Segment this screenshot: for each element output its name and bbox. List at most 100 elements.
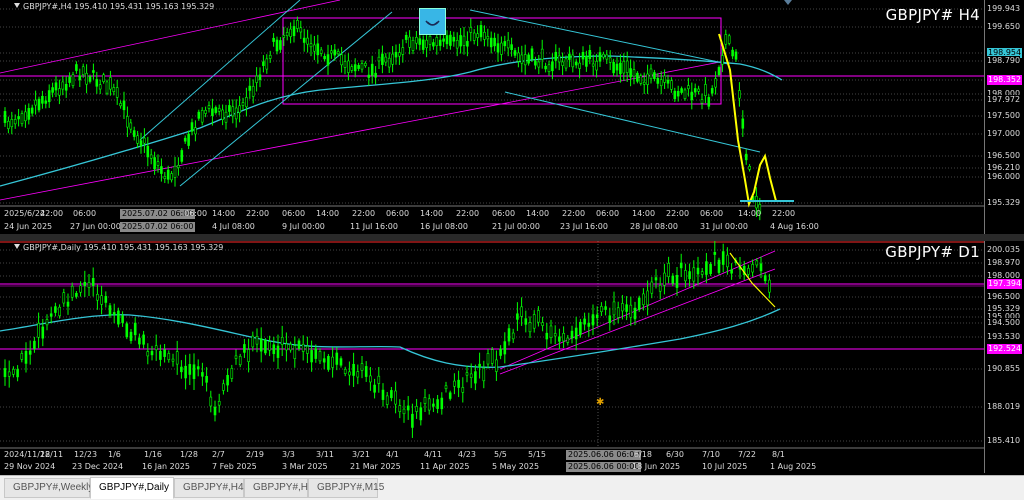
d1-price-plot[interactable]: ✱ <box>0 241 984 473</box>
h4-candle <box>656 78 660 84</box>
d1-candle <box>259 338 263 352</box>
h4-candle <box>717 67 721 76</box>
h4-candle <box>411 40 415 51</box>
d1-candle <box>180 366 183 373</box>
h4-candle <box>724 34 728 45</box>
d1-candle <box>268 341 271 351</box>
d1-candle <box>133 322 137 336</box>
h4-candle <box>343 61 347 68</box>
d1-candle <box>33 340 36 349</box>
d1-candle <box>721 251 725 265</box>
h4-shift-marker-icon[interactable] <box>784 0 792 5</box>
d1-candle <box>70 285 74 298</box>
time-label: 4/1 <box>386 450 399 459</box>
h4-candle <box>71 74 75 86</box>
d1-candle <box>427 398 431 411</box>
h4-candle <box>78 75 82 81</box>
time-label: 12/23 <box>74 450 98 459</box>
h4-candle <box>585 55 588 67</box>
h4-candle <box>187 133 190 146</box>
d1-candle <box>175 351 179 365</box>
h4-candle <box>588 50 592 59</box>
d1-candle <box>108 305 112 316</box>
h4-candle <box>557 55 561 63</box>
date-label: 10 Jul 2025 <box>702 462 748 471</box>
h4-candle <box>493 37 496 47</box>
date-label: 2025.07.02 06:00 <box>120 222 196 232</box>
price-label: 198.352 <box>987 75 1023 85</box>
date-label: 16 Jul 08:00 <box>420 222 468 231</box>
time-label: 7/22 <box>738 450 756 459</box>
d1-candle <box>621 303 624 312</box>
d1-candle <box>213 406 217 416</box>
h4-price-axis[interactable]: 199.943 199.650 198.954 198.790 198.352 198.0… <box>984 0 1024 234</box>
time-label: 14:00 <box>526 209 550 218</box>
h4-candle <box>200 110 204 123</box>
price-label: 200.035 <box>987 245 1021 255</box>
h4-candle <box>432 42 435 47</box>
time-label: 1/16 <box>144 450 162 459</box>
time-label: 3/3 <box>282 450 295 459</box>
time-label: 22:00 <box>562 209 586 218</box>
dropdown-arrow-icon[interactable] <box>14 3 20 8</box>
d1-candle <box>159 351 162 360</box>
d1-candle <box>688 271 691 280</box>
price-label: 197.000 <box>987 129 1021 139</box>
d1-candle <box>45 319 49 326</box>
d1-candle <box>402 408 406 415</box>
price-label: 194.500 <box>987 318 1021 328</box>
d1-candle <box>423 397 427 404</box>
d1-candle <box>335 352 339 365</box>
d1-candle <box>154 345 158 351</box>
h4-candle <box>462 35 466 46</box>
h4-candle <box>384 56 388 63</box>
d1-candle <box>730 269 733 274</box>
d1-chart-window[interactable]: ✱ GBPJPY#,Daily 195.410 195.431 195.163 … <box>0 241 1024 473</box>
h4-candle <box>670 80 673 90</box>
d1-candle <box>608 315 612 323</box>
h4-chart-window[interactable]: GBPJPY#,H4 195.410 195.431 195.163 195.3… <box>0 0 1024 234</box>
h4-candle <box>61 81 65 90</box>
h4-candle <box>404 34 408 40</box>
pane-separator[interactable] <box>0 234 1024 241</box>
h4-candle <box>455 40 459 49</box>
h4-candle <box>755 195 758 209</box>
h4-candle <box>568 53 571 60</box>
d1-candle <box>83 281 87 286</box>
h4-candle <box>316 43 320 56</box>
h4-candle <box>333 49 337 56</box>
h4-candle <box>428 35 432 45</box>
d1-candle <box>96 294 99 301</box>
chart-tab-3[interactable]: GBPJPY#,H1 <box>244 478 314 498</box>
h4-candle <box>24 111 27 122</box>
d1-candle <box>192 364 196 379</box>
d1-candle <box>604 306 607 310</box>
h4-candle <box>370 63 374 76</box>
d1-candle <box>763 275 767 282</box>
d1-price-axis[interactable]: 200.035 198.970 198.000 197.394 196.500 195.3… <box>984 241 1024 473</box>
h4-candle <box>85 72 88 85</box>
h4-candle <box>727 35 731 44</box>
h4-candle <box>204 109 207 114</box>
d1-candle <box>432 403 435 407</box>
d1-candle <box>717 259 721 273</box>
date-label: 28 Jul 08:00 <box>630 222 678 231</box>
chart-tab-0[interactable]: GBPJPY#,Weekly <box>4 478 93 498</box>
date-label: 31 Jul 00:00 <box>700 222 748 231</box>
d1-candle <box>646 290 649 306</box>
h4-trendline <box>504 91 761 153</box>
chart-tab-4[interactable]: GBPJPY#,M15 <box>308 478 384 498</box>
time-label: 6/30 <box>666 450 684 459</box>
dropdown-arrow-icon[interactable] <box>14 244 20 249</box>
h4-candle <box>166 169 170 180</box>
h4-price-plot[interactable] <box>0 0 984 234</box>
d1-candle <box>759 263 763 272</box>
time-label: 7/10 <box>702 450 720 459</box>
h4-candle <box>299 27 303 33</box>
d1-candle <box>272 344 276 355</box>
chart-tab-1[interactable]: GBPJPY#,Daily <box>90 477 174 499</box>
h4-candle <box>687 85 690 90</box>
d1-candle <box>251 335 255 348</box>
chart-tab-2[interactable]: GBPJPY#,H4 <box>174 478 244 498</box>
h4-candle <box>302 37 306 43</box>
